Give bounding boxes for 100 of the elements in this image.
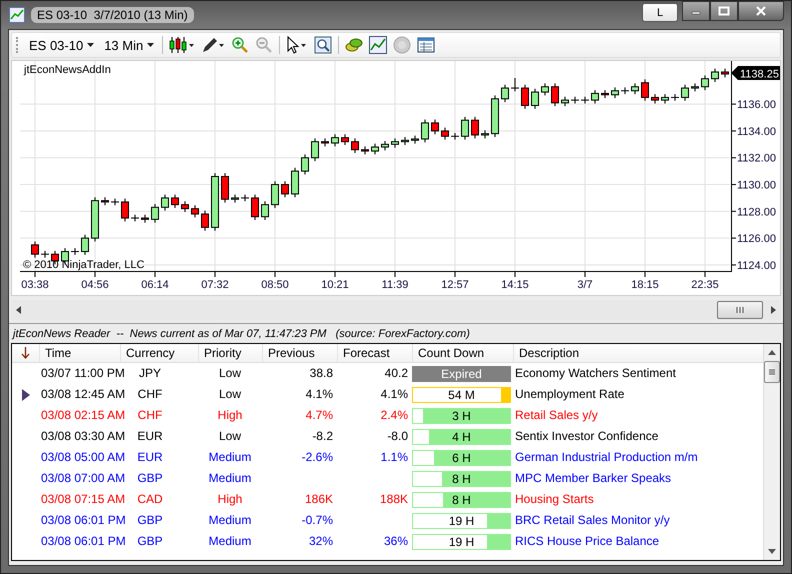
- countdown-bar: 3 H: [412, 408, 511, 424]
- candlestick: [620, 86, 630, 95]
- pointer-icon[interactable]: [286, 36, 308, 54]
- minimize-button[interactable]: [682, 1, 710, 21]
- previous-cell: 4.1%: [306, 387, 333, 402]
- vertical-scrollbar[interactable]: [763, 344, 780, 560]
- priority-cell: Medium: [208, 450, 252, 465]
- zoom-box-icon[interactable]: [314, 36, 332, 54]
- countdown-bar: 8 H: [412, 470, 511, 486]
- time-label: 06:14: [141, 279, 169, 291]
- scroll-thumb[interactable]: [764, 361, 780, 383]
- description-cell: Economy Watchers Sentiment: [515, 366, 676, 381]
- candlestick: [721, 68, 729, 78]
- candlestick: [391, 138, 399, 148]
- countdown-bar: 8 H: [412, 492, 511, 508]
- column-header[interactable]: Count Down: [412, 344, 513, 362]
- candlestick: [641, 78, 649, 102]
- price-label: 1132.00: [737, 152, 776, 165]
- time-label: 11:39: [382, 279, 408, 291]
- candlestick: [341, 134, 349, 146]
- candlestick: [130, 214, 140, 222]
- instrument-dropdown[interactable]: ES 03-10: [27, 38, 96, 52]
- zoom-in-icon[interactable]: [231, 36, 250, 54]
- description-cell: Housing Starts: [515, 492, 594, 507]
- previous-cell: -8.2: [312, 429, 333, 444]
- time-label: 22:35: [691, 279, 719, 291]
- forecast-cell: 40.2: [384, 366, 408, 381]
- candlestick-icon[interactable]: [169, 36, 196, 54]
- horizontal-scrollbar[interactable]: [11, 300, 781, 320]
- candlestick: [421, 119, 429, 143]
- candlestick: [321, 138, 329, 147]
- price-label: 1130.00: [737, 180, 776, 192]
- currency-cell: EUR: [137, 450, 163, 465]
- currency-cell: CHF: [138, 408, 162, 423]
- candlestick: [161, 194, 169, 212]
- column-header[interactable]: Description: [513, 344, 753, 362]
- time-cell: 03/08 02:15 AM: [41, 408, 126, 423]
- priority-cell: Low: [218, 429, 241, 444]
- scroll-right-icon[interactable]: [769, 306, 777, 314]
- window-title: ES 03-10 3/7/2010 (13 Min): [31, 7, 194, 23]
- maximize-icon: [718, 6, 730, 16]
- coins-icon[interactable]: [345, 36, 364, 54]
- currency-cell: GBP: [137, 513, 163, 528]
- column-header[interactable]: Currency: [120, 344, 198, 362]
- pen-icon[interactable]: [201, 36, 226, 54]
- candlestick: [91, 196, 99, 242]
- link-button[interactable]: L: [642, 3, 678, 22]
- candlestick: [240, 194, 250, 202]
- time-label: 03:38: [21, 279, 49, 291]
- candlestick: [691, 82, 699, 92]
- time-cell: 03/08 06:01 PM: [41, 513, 126, 528]
- candlestick: [651, 94, 659, 104]
- candlestick: [711, 68, 719, 83]
- column-header[interactable]: Forecast: [337, 344, 412, 362]
- forecast-cell: -8.0: [387, 429, 408, 444]
- forecast-cell: 1.1%: [380, 450, 408, 465]
- candlestick: [481, 130, 489, 139]
- data-box-icon[interactable]: [417, 36, 436, 54]
- time-label: 12:57: [441, 279, 469, 291]
- time-cell: 03/08 06:01 PM: [41, 534, 126, 549]
- scroll-up-icon[interactable]: [768, 350, 776, 355]
- candlestick: [531, 88, 539, 110]
- description-cell: MPC Member Barker Speaks: [515, 471, 672, 486]
- candlestick: [681, 84, 689, 102]
- candlestick: [331, 134, 339, 147]
- candlestick: [351, 138, 359, 154]
- scroll-left-icon[interactable]: [15, 306, 23, 314]
- description-cell: Sentix Investor Confidence: [515, 429, 658, 444]
- close-button[interactable]: [738, 1, 784, 21]
- interval-dropdown[interactable]: 13 Min: [102, 38, 156, 52]
- candlestick: [291, 167, 299, 198]
- candlestick: [491, 94, 499, 138]
- column-header[interactable]: Previous: [262, 344, 337, 362]
- candlestick: [110, 198, 120, 206]
- candlestick: [441, 127, 449, 140]
- candlestick: [501, 84, 509, 103]
- countdown-bar: 4 H: [412, 428, 511, 444]
- line-chart-icon[interactable]: [369, 36, 388, 54]
- candlestick: [431, 119, 439, 135]
- close-icon: [755, 6, 767, 16]
- forecast-cell: 4.1%: [380, 387, 408, 402]
- price-label: 1128.00: [737, 206, 776, 218]
- candlestick: [450, 132, 460, 140]
- scroll-down-icon[interactable]: [768, 549, 776, 554]
- countdown-bar: 19 H: [412, 512, 511, 528]
- candlestick: [181, 200, 189, 212]
- candlestick: [171, 194, 179, 208]
- maximize-button[interactable]: [710, 1, 738, 21]
- price-label: 1124.00: [737, 260, 776, 272]
- scroll-thumb[interactable]: [717, 301, 763, 319]
- candlestick: [121, 198, 129, 222]
- countdown-bar: 6 H: [412, 450, 511, 466]
- previous-cell: -0.7%: [302, 513, 333, 528]
- priority-cell: Medium: [208, 534, 252, 549]
- time-label: 14:15: [501, 279, 529, 291]
- sort-arrow-icon[interactable]: [21, 347, 30, 359]
- column-header[interactable]: Time: [39, 344, 120, 362]
- column-header[interactable]: Priority: [198, 344, 262, 362]
- currency-cell: JPY: [138, 366, 161, 381]
- candlestick: [631, 82, 639, 95]
